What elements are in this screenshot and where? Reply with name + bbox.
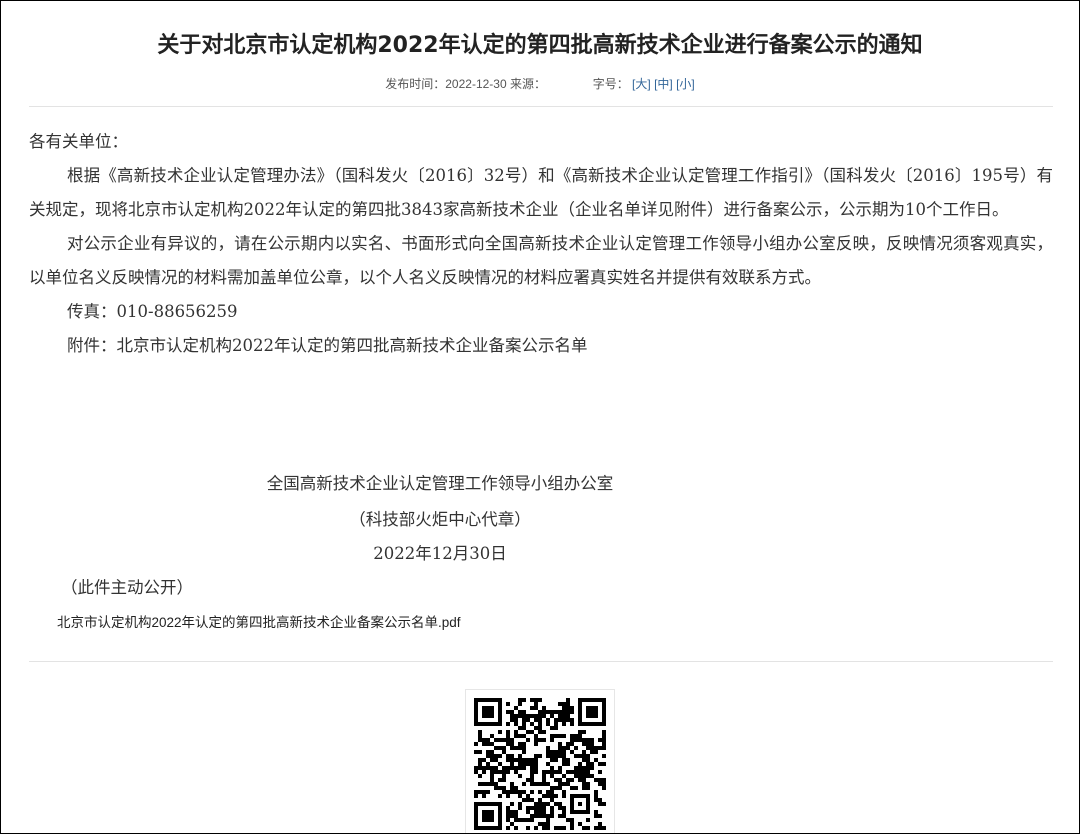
attachment-file-link[interactable]: 北京市认定机构2022年认定的第四批高新技术企业备案公示名单.pdf <box>57 611 461 631</box>
page-frame: 关于对北京市认定机构2022年认定的第四批高新技术企业进行备案公示的通知 发布时… <box>0 0 1080 834</box>
fax-line: 传真：010-88656259 <box>67 302 238 321</box>
qr-code-icon <box>465 689 615 833</box>
paragraph-1: 根据《高新技术企业认定管理办法》（国科发火〔2016〕32号）和《高新技术企业认… <box>29 166 1053 219</box>
footer-divider <box>29 661 1053 662</box>
font-size-label: 字号： <box>592 77 629 91</box>
disclosure-note: （此件主动公开） <box>61 578 193 597</box>
signature-date: 2022年12月30日 <box>373 544 507 563</box>
publish-label: 发布时间： <box>385 77 446 91</box>
salutation: 各有关单位： <box>29 132 128 151</box>
qr-code-graphic <box>474 698 606 830</box>
signature-org: 全国高新技术企业认定管理工作领导小组办公室 <box>266 474 614 493</box>
publish-date: 2022-12-30 <box>445 77 507 91</box>
header-divider <box>29 106 1053 107</box>
font-size-large-button[interactable]: [大] <box>632 77 651 91</box>
font-size-medium-button[interactable]: [中] <box>654 77 673 91</box>
article-title: 关于对北京市认定机构2022年认定的第四批高新技术企业进行备案公示的通知 <box>157 33 923 58</box>
article-body: 各有关单位： 根据《高新技术企业认定管理办法》（国科发火〔2016〕32号）和《… <box>29 125 1053 363</box>
font-size-small-button[interactable]: [小] <box>676 77 695 91</box>
article-meta: 发布时间：2022-12-30 来源： 字号： [大] [中] [小] <box>1 75 1079 92</box>
paragraph-2: 对公示企业有异议的，请在公示期内以实名、书面形式向全国高新技术企业认定管理工作领… <box>29 234 1053 287</box>
source-label: 来源： <box>509 77 546 91</box>
attachment-line: 附件：北京市认定机构2022年认定的第四批高新技术企业备案公示名单 <box>67 336 588 355</box>
signature-seal: （科技部火炬中心代章） <box>349 510 531 529</box>
